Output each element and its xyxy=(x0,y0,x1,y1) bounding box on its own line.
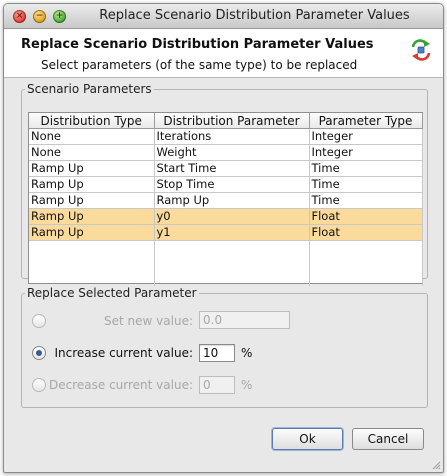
column-header-distribution-parameter[interactable]: Distribution Parameter xyxy=(154,113,310,129)
empty-cell xyxy=(29,271,155,286)
empty-cell xyxy=(154,240,310,256)
cell-distribution-parameter: Weight xyxy=(154,144,310,161)
table-row[interactable]: Ramp Up y1 Float xyxy=(29,224,423,241)
cell-parameter-type: Float xyxy=(309,208,423,225)
close-window-button[interactable]: × xyxy=(13,10,26,23)
cell-parameter-type: Float xyxy=(309,224,423,241)
increase-current-value-field[interactable]: 10 xyxy=(199,344,235,362)
swap-arrows-icon xyxy=(411,39,431,61)
empty-cell xyxy=(29,240,155,256)
empty-row xyxy=(29,240,423,256)
table-row[interactable]: None Iterations Integer xyxy=(29,128,423,145)
empty-cell xyxy=(29,256,155,271)
cell-parameter-type: Integer xyxy=(309,128,423,145)
table-body: None Iterations Integer None Weight Integer Ra… xyxy=(29,128,423,286)
minimize-icon: − xyxy=(35,11,44,21)
cell-distribution-parameter: Iterations xyxy=(154,128,310,145)
zoom-window-button[interactable]: + xyxy=(53,10,66,23)
decrease-percent-unit: % xyxy=(241,378,253,392)
cell-distribution-type: None xyxy=(29,144,155,161)
zoom-icon: + xyxy=(55,11,64,21)
cell-distribution-type: Ramp Up xyxy=(29,176,155,193)
table-row[interactable]: Ramp Up Stop Time Time xyxy=(29,176,423,193)
column-header-distribution-type[interactable]: Distribution Type xyxy=(29,113,155,129)
dialog-header: Replace Scenario Distribution Parameter … xyxy=(4,29,443,78)
decrease-current-value-label: Decrease current value: xyxy=(49,378,193,392)
table-header-row: Distribution Type Distribution Parameter… xyxy=(29,113,423,129)
cell-distribution-parameter: Start Time xyxy=(154,160,310,177)
cell-distribution-type: Ramp Up xyxy=(29,224,155,241)
table-row[interactable]: Ramp Up y0 Float xyxy=(29,208,423,225)
scenario-parameters-group: Scenario Parameters Distribution Type Di… xyxy=(21,82,428,286)
dialog-subtitle: Select parameters (of the same type) to … xyxy=(41,58,358,72)
table-row[interactable]: None Weight Integer xyxy=(29,144,423,161)
empty-row xyxy=(29,271,423,286)
cell-distribution-type: Ramp Up xyxy=(29,160,155,177)
cancel-button[interactable]: Cancel xyxy=(352,428,424,450)
empty-cell xyxy=(309,271,423,286)
increase-percent-unit: % xyxy=(241,346,253,360)
dialog-title: Replace Scenario Distribution Parameter … xyxy=(21,37,374,52)
resize-grip-icon[interactable] xyxy=(431,460,441,470)
close-icon: × xyxy=(15,11,24,21)
empty-cell xyxy=(309,240,423,256)
table-row[interactable]: Ramp Up Start Time Time xyxy=(29,160,423,177)
cell-distribution-parameter: y0 xyxy=(154,208,310,225)
decrease-current-value-radio[interactable] xyxy=(32,378,46,392)
set-new-value-field[interactable]: 0.0 xyxy=(199,311,290,329)
parameters-table: Distribution Type Distribution Parameter… xyxy=(29,113,423,286)
minimize-window-button[interactable]: − xyxy=(33,10,46,23)
empty-cell xyxy=(154,256,310,271)
empty-cell xyxy=(309,256,423,271)
decrease-current-value-field[interactable]: 0 xyxy=(199,376,235,394)
cell-distribution-parameter: y1 xyxy=(154,224,310,241)
cell-parameter-type: Time xyxy=(309,192,423,209)
parameters-table-container[interactable]: Distribution Type Distribution Parameter… xyxy=(28,112,423,286)
scenario-parameters-legend: Scenario Parameters xyxy=(27,82,152,96)
cell-distribution-type: Ramp Up xyxy=(29,208,155,225)
cell-distribution-type: None xyxy=(29,128,155,145)
cell-parameter-type: Time xyxy=(309,176,423,193)
cell-parameter-type: Integer xyxy=(309,144,423,161)
empty-row xyxy=(29,256,423,271)
column-header-parameter-type[interactable]: Parameter Type xyxy=(309,113,423,129)
replace-selected-parameter-legend: Replace Selected Parameter xyxy=(27,286,197,300)
table-row[interactable]: Ramp Up Ramp Up Time xyxy=(29,192,423,209)
increase-current-value-label: Increase current value: xyxy=(54,346,193,360)
cell-distribution-parameter: Ramp Up xyxy=(154,192,310,209)
window-title: Replace Scenario Distribution Parameter … xyxy=(99,8,410,23)
increase-current-value-radio[interactable] xyxy=(32,346,46,360)
ok-button[interactable]: Ok xyxy=(272,428,343,450)
dialog-window: × − + Replace Scenario Distribution Para… xyxy=(3,3,444,473)
title-bar: × − + Replace Scenario Distribution Para… xyxy=(4,4,443,29)
cell-parameter-type: Time xyxy=(309,160,423,177)
set-new-value-label: Set new value: xyxy=(104,314,193,328)
cell-distribution-type: Ramp Up xyxy=(29,192,155,209)
cell-distribution-parameter: Stop Time xyxy=(154,176,310,193)
set-new-value-radio[interactable] xyxy=(32,314,46,328)
empty-cell xyxy=(154,271,310,286)
